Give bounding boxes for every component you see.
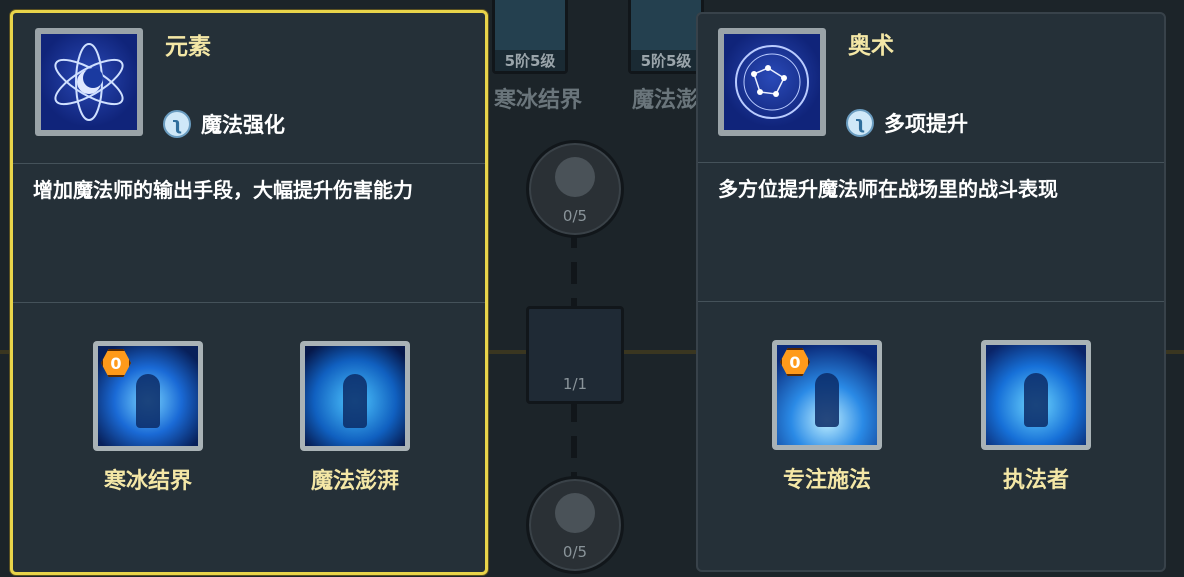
bg-node-1[interactable]: 0/5: [526, 140, 624, 238]
skill-icon-frame: 0: [93, 341, 203, 451]
panel-description: 多方位提升魔法师在战场里的战斗表现: [718, 177, 1058, 201]
divider: [13, 302, 485, 303]
bg-skill-label: 寒冰结界: [494, 88, 583, 113]
bg-node-3[interactable]: 0/5: [526, 476, 624, 574]
cloak-icon: [555, 493, 595, 533]
mage-silhouette: [136, 374, 160, 428]
constellation-icon: [724, 34, 820, 130]
staff-icon: ʅ: [846, 109, 874, 137]
arcane-icon-frame: [718, 28, 826, 136]
panel-tag-label: 魔法强化: [201, 113, 285, 137]
skill-enforcer[interactable]: 执法者: [981, 340, 1091, 494]
magic-surge-icon: [305, 346, 405, 446]
skill-focused-casting[interactable]: 0 专注施法: [772, 340, 882, 494]
panel-title: 奥术: [848, 33, 894, 59]
mage-silhouette: [815, 373, 839, 427]
skill-icon-frame: [300, 341, 410, 451]
bg-skill-level: 5阶5级: [631, 50, 701, 71]
skill-name: 魔法澎湃: [310, 469, 399, 494]
skill-ice-barrier[interactable]: 0 寒冰结界: [93, 341, 203, 495]
divider: [698, 162, 1164, 163]
bg-node-2[interactable]: 1/1: [526, 306, 624, 404]
bg-node-count: 0/5: [562, 543, 588, 561]
panel-tag: ʅ 魔法强化: [163, 109, 285, 139]
divider: [13, 163, 485, 164]
skill-icon-frame: 0: [772, 340, 882, 450]
bg-skill-top-2: 5阶5级: [628, 0, 704, 74]
panel-tag-label: 多项提升: [884, 112, 968, 136]
bag-icon: [555, 157, 595, 197]
mage-silhouette: [1024, 373, 1048, 427]
staff-icon: ʅ: [163, 110, 191, 138]
bg-skill-label: 魔法澎: [632, 88, 699, 113]
bg-skill-top-1: 5阶5级: [492, 0, 568, 74]
bg-node-count: 1/1: [562, 375, 588, 393]
divider: [698, 301, 1164, 302]
talent-panel-arcane[interactable]: 奥术 ʅ 多项提升 多方位提升魔法师在战场里的战斗表现 0 专注施法 执法者: [696, 12, 1166, 572]
bg-node-count: 0/5: [562, 207, 588, 225]
panel-tag: ʅ 多项提升: [846, 108, 968, 138]
skill-magic-surge[interactable]: 魔法澎湃: [300, 341, 410, 495]
atom-icon: [41, 34, 137, 130]
bg-skill-level: 5阶5级: [495, 50, 565, 71]
panel-title: 元素: [165, 34, 211, 60]
skill-name: 执法者: [1002, 468, 1069, 493]
panel-description: 增加魔法师的输出手段，大幅提升伤害能力: [33, 178, 413, 202]
talent-panel-element[interactable]: 元素 ʅ 魔法强化 增加魔法师的输出手段，大幅提升伤害能力 0 寒冰结界 魔法澎…: [10, 10, 488, 575]
skill-name: 专注施法: [782, 468, 871, 493]
skill-name: 寒冰结界: [103, 469, 192, 494]
mage-silhouette: [343, 374, 367, 428]
skill-icon-frame: [981, 340, 1091, 450]
atom-icon-frame: [35, 28, 143, 136]
enforcer-icon: [986, 345, 1086, 445]
